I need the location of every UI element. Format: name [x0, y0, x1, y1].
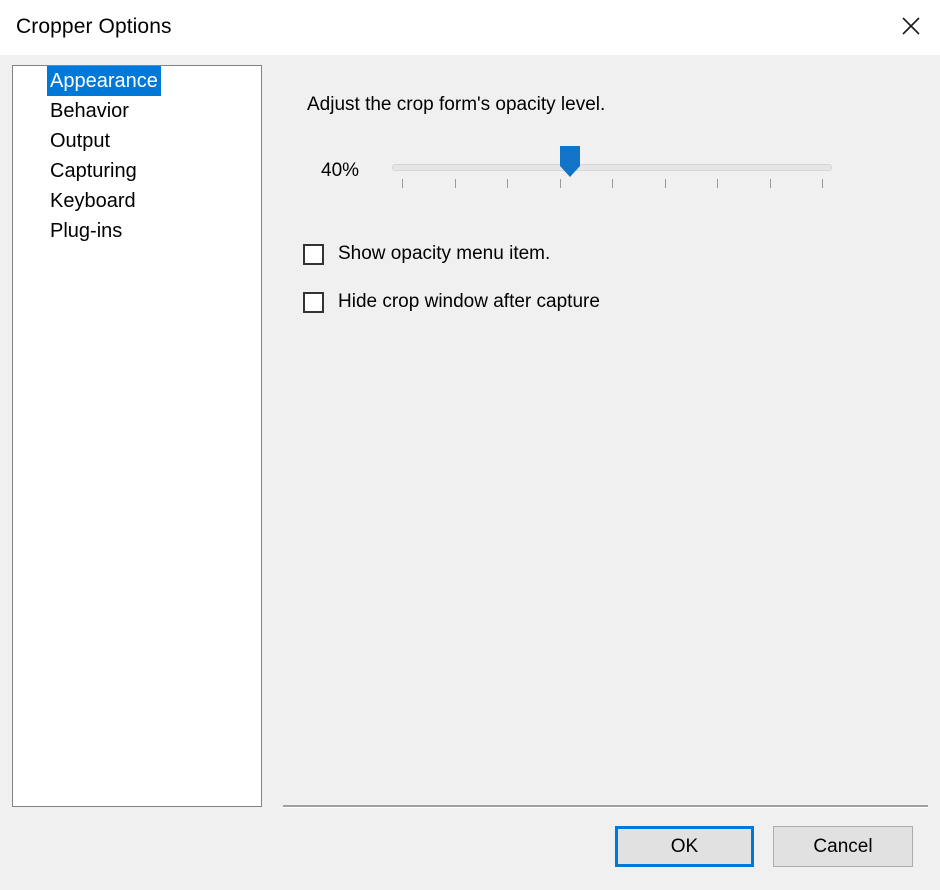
category-item-label: Capturing — [50, 160, 137, 182]
category-listbox[interactable]: Appearance Behavior Output Capturing Key… — [12, 65, 262, 807]
slider-tick — [559, 179, 561, 188]
checkbox-box-icon[interactable] — [303, 291, 324, 313]
category-item-keyboard[interactable]: Keyboard — [13, 186, 261, 216]
footer-divider — [283, 805, 928, 808]
opacity-instruction-label: Adjust the crop form's opacity level. — [307, 94, 606, 115]
cropper-options-dialog: Cropper Options Appearance Behavior Outp… — [0, 0, 940, 890]
slider-track[interactable] — [392, 164, 832, 171]
slider-tick — [664, 179, 666, 188]
slider-tick — [507, 179, 508, 188]
checkbox-box-icon[interactable] — [303, 243, 324, 265]
slider-thumb[interactable] — [559, 145, 581, 178]
checkbox-show-opacity-menu-item[interactable]: Show opacity menu item. — [303, 243, 550, 265]
category-item-behavior[interactable]: Behavior — [13, 96, 261, 126]
slider-tick — [454, 179, 456, 188]
slider-tick — [717, 179, 718, 188]
category-item-output[interactable]: Output — [13, 126, 261, 156]
opacity-slider-row: 40% — [283, 143, 928, 203]
category-item-label: Plug-ins — [50, 220, 123, 242]
category-item-label: Output — [50, 130, 111, 152]
cancel-button[interactable]: Cancel — [773, 826, 913, 867]
window-title: Cropper Options — [16, 15, 172, 38]
slider-tick — [402, 179, 403, 188]
ok-button[interactable]: OK — [615, 826, 754, 867]
category-item-plug-ins[interactable]: Plug-ins — [13, 216, 261, 246]
category-item-label: Appearance — [47, 66, 161, 96]
opacity-value-label: 40% — [321, 160, 360, 181]
checkbox-label: Show opacity menu item. — [338, 243, 551, 264]
category-item-appearance[interactable]: Appearance — [13, 66, 261, 96]
close-button[interactable] — [884, 6, 938, 46]
category-item-capturing[interactable]: Capturing — [13, 156, 261, 186]
category-item-label: Behavior — [50, 100, 129, 122]
slider-tick — [822, 179, 823, 188]
opacity-slider[interactable] — [392, 143, 832, 199]
checkbox-label: Hide crop window after capture — [338, 291, 600, 312]
close-icon — [898, 13, 924, 39]
slider-tick — [612, 179, 613, 188]
title-bar: Cropper Options — [0, 0, 940, 55]
slider-tick — [769, 179, 771, 188]
checkbox-hide-crop-window-after-capture[interactable]: Hide crop window after capture — [303, 291, 600, 313]
appearance-settings-pane: Adjust the crop form's opacity level. 40… — [283, 65, 928, 805]
category-item-label: Keyboard — [50, 190, 136, 212]
slider-ticks — [392, 179, 832, 191]
